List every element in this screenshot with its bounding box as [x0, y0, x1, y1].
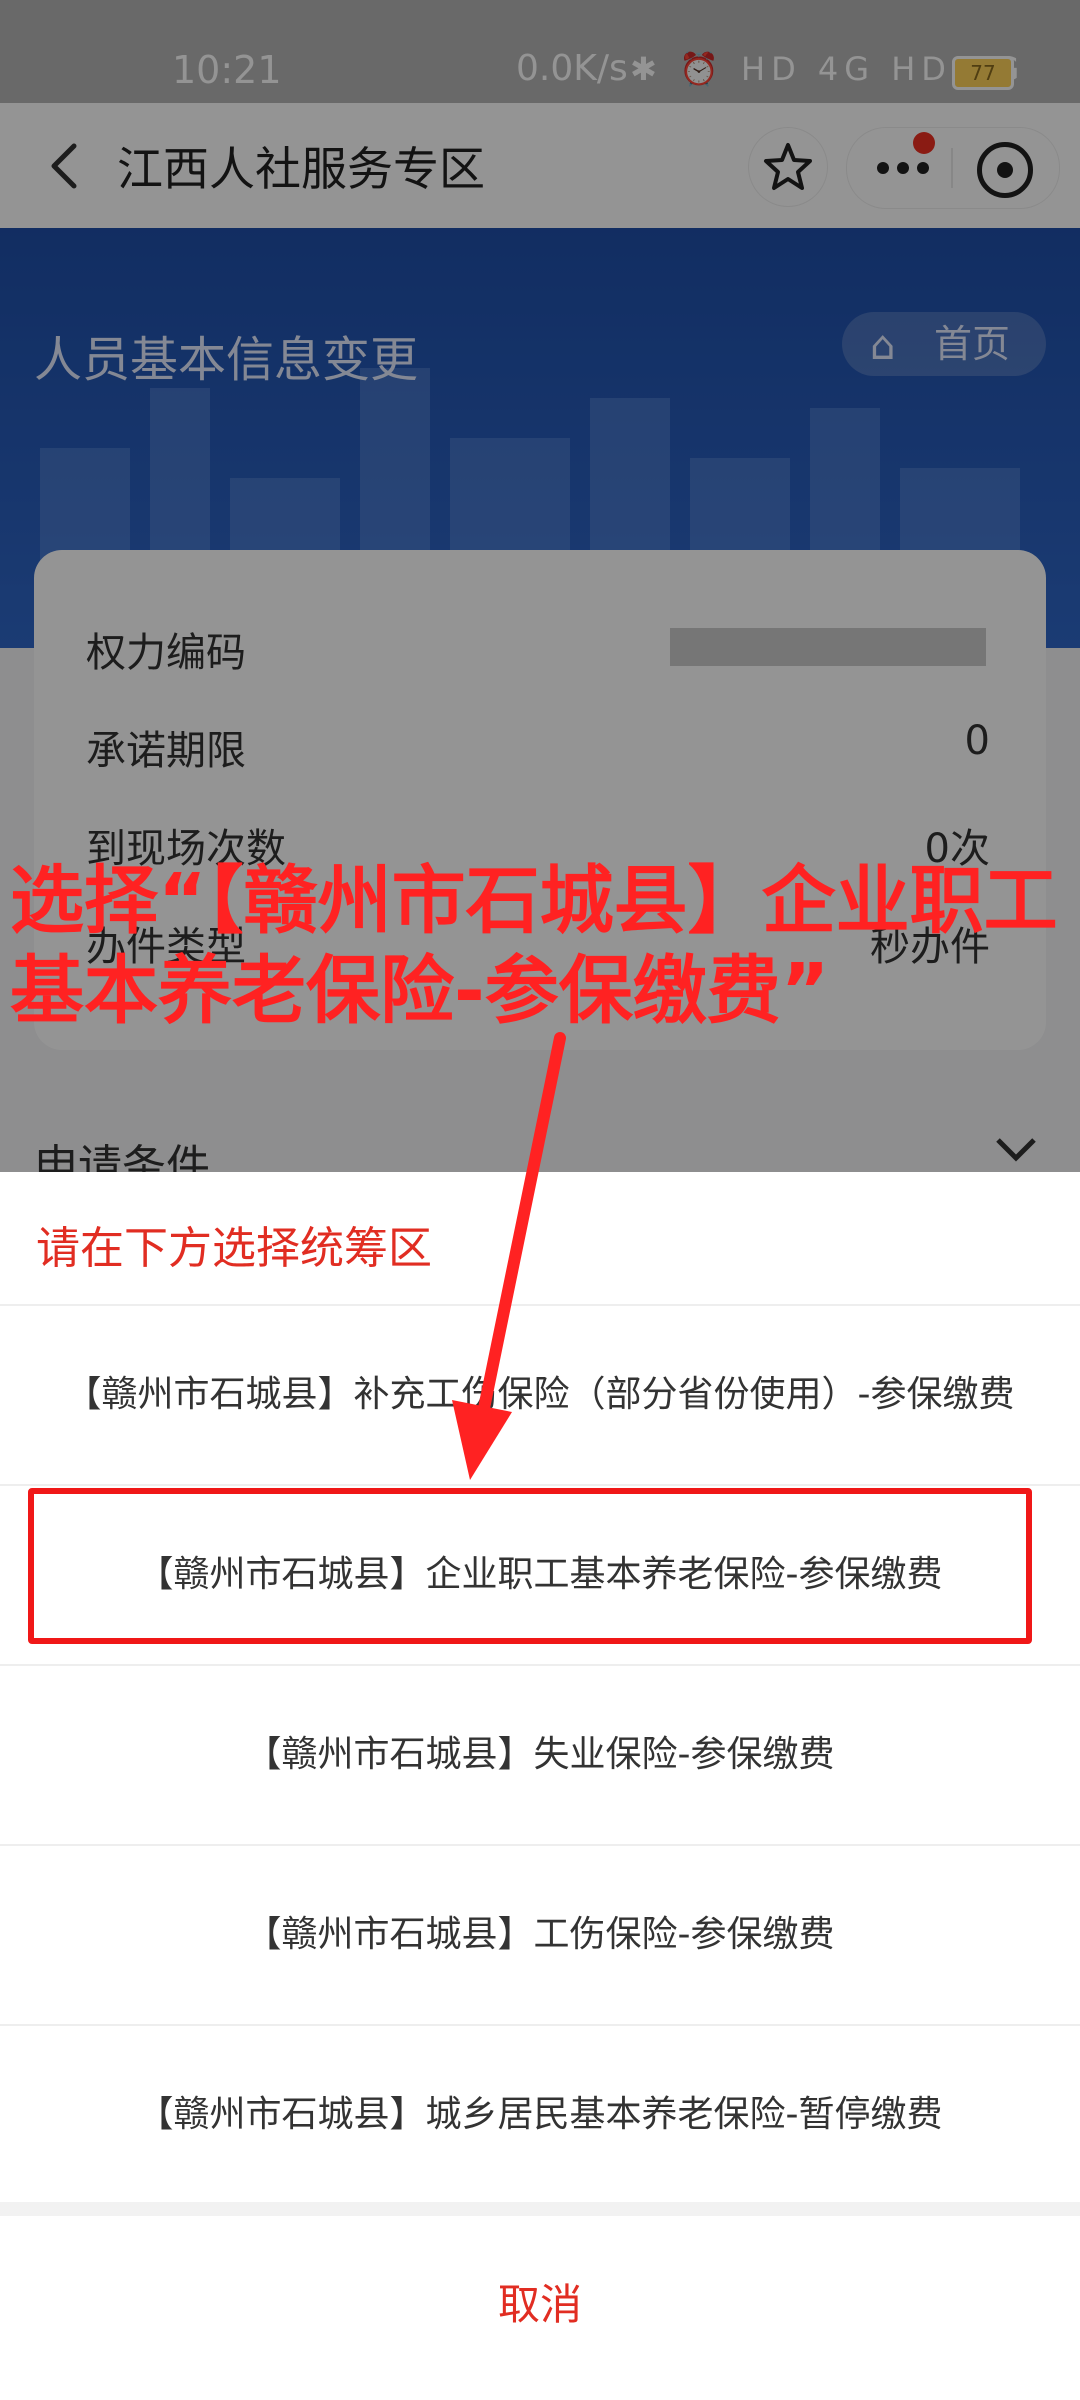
option-resident-pension[interactable]: 【赣州市石城县】城乡居民基本养老保险-暂停缴费 — [0, 2026, 1080, 2204]
option-unemployment[interactable]: 【赣州市石城县】失业保险-参保缴费 — [0, 1666, 1080, 1844]
cancel-button[interactable]: 取消 — [0, 2216, 1080, 2400]
annotation-text: 选择“【赣州市石城县】企业职工基本养老保险-参保缴费” — [10, 858, 1058, 1034]
sheet-gap — [0, 2202, 1080, 2216]
option-work-injury[interactable]: 【赣州市石城县】工伤保险-参保缴费 — [0, 1846, 1080, 2024]
sheet-title: 请在下方选择统筹区 — [36, 1223, 432, 1274]
highlight-box — [28, 1488, 1032, 1644]
option-supplementary-injury[interactable]: 【赣州市石城县】补充工伤保险（部分省份使用）-参保缴费 — [0, 1306, 1080, 1484]
